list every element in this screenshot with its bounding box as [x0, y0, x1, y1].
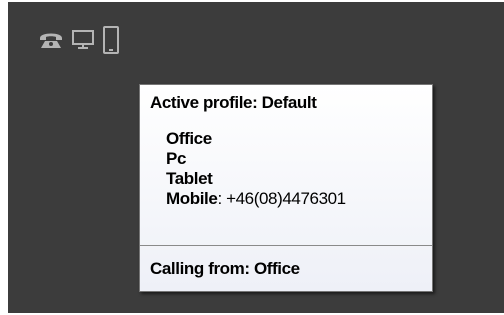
- tablet-icon[interactable]: [103, 26, 119, 54]
- tooltip-divider: [140, 245, 432, 246]
- list-item: Tablet: [166, 169, 346, 189]
- phone-icon[interactable]: [39, 31, 63, 49]
- device-name-mobile: Mobile: [166, 189, 218, 208]
- calling-from-label: Calling from: Office: [150, 259, 300, 278]
- tooltip-title: Active profile: Default: [150, 93, 317, 112]
- device-name-tablet: Tablet: [166, 169, 213, 188]
- device-name-office: Office: [166, 129, 212, 148]
- list-item: Mobile: +46(08)4476301: [166, 189, 346, 209]
- list-item: Pc: [166, 149, 346, 169]
- device-icons-bar: [39, 24, 119, 56]
- list-item: Office: [166, 129, 346, 149]
- monitor-icon[interactable]: [72, 30, 94, 50]
- device-number-mobile: +46(08)4476301: [221, 189, 346, 208]
- device-name-pc: Pc: [166, 149, 186, 168]
- status-panel: Active profile: Default Office Pc Tablet…: [8, 2, 504, 313]
- profile-tooltip: Active profile: Default Office Pc Tablet…: [139, 84, 433, 292]
- device-list: Office Pc Tablet Mobile: +46(08)4476301: [166, 129, 346, 209]
